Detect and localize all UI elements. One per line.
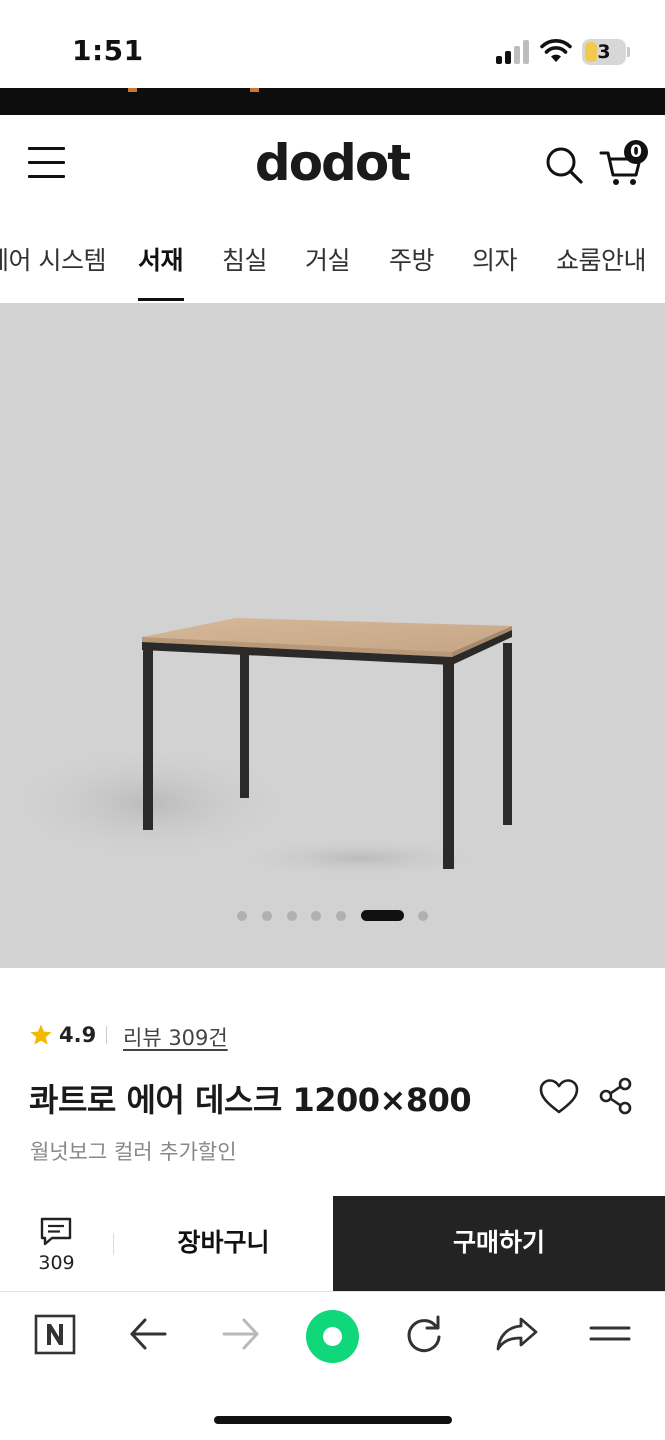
green-dot-center [323, 1327, 342, 1346]
wifi-icon [540, 39, 572, 62]
rating-divider [106, 1026, 107, 1044]
heart-icon[interactable] [539, 1078, 579, 1116]
nav-item-showroom[interactable]: 쇼룸안내 [556, 241, 647, 277]
carousel-dots [0, 908, 665, 924]
desk-product-image [0, 618, 512, 878]
green-dot-icon[interactable] [306, 1310, 359, 1363]
back-arrow-icon[interactable] [125, 1311, 171, 1357]
nav-item-bedroom[interactable]: 침실 [222, 241, 268, 277]
purchase-bar: 309 장바구니 구매하기 [0, 1196, 665, 1291]
menu-icon-bar [28, 161, 65, 164]
battery-percentage: 3 [597, 41, 611, 63]
carousel-dot-active[interactable] [361, 910, 404, 921]
hamburger-icon[interactable] [587, 1311, 633, 1357]
carousel-dot[interactable] [336, 911, 346, 921]
star-icon [30, 1024, 52, 1045]
share-arrow-icon[interactable] [494, 1311, 540, 1357]
forward-arrow-icon[interactable] [218, 1311, 264, 1357]
cart-count-badge: 0 [624, 140, 648, 164]
buy-now-button[interactable]: 구매하기 [333, 1196, 665, 1291]
site-header: dodot 0 [0, 115, 665, 215]
carousel-dot[interactable] [418, 911, 428, 921]
rating-value: 4.9 [59, 1023, 97, 1047]
add-to-cart-button[interactable]: 장바구니 [114, 1196, 333, 1291]
category-nav: 에어 시스템 서재 침실 거실 주방 의자 쇼룸안내 [0, 215, 665, 303]
battery-icon: 3 [582, 39, 630, 65]
share-icon[interactable] [598, 1077, 634, 1115]
menu-icon[interactable] [28, 145, 66, 179]
status-bar: 1:51 3 [0, 0, 665, 88]
browser-toolbar [0, 1291, 665, 1440]
naver-n-icon[interactable] [32, 1311, 78, 1357]
review-count: 309 [38, 1252, 75, 1274]
product-info: 4.9 리뷰 309건 콰트로 에어 데스크 1200×800 월넛보그 컬러 … [0, 968, 665, 1196]
product-subtitle: 월넛보그 컬러 추가할인 [30, 1140, 237, 1164]
nav-item-chair[interactable]: 의자 [472, 241, 518, 277]
product-image-carousel[interactable] [0, 303, 665, 968]
carousel-dot[interactable] [237, 911, 247, 921]
search-icon[interactable] [544, 145, 584, 185]
nav-item-air-system[interactable]: 에어 시스템 [0, 241, 106, 277]
active-tab-indicator [138, 298, 184, 301]
product-title: 콰트로 에어 데스크 1200×800 [29, 1081, 472, 1119]
promo-banner-strip[interactable] [0, 88, 665, 115]
menu-icon-bar [28, 175, 65, 178]
battery-tip [627, 47, 630, 57]
review-count-button[interactable]: 309 [0, 1196, 113, 1291]
carousel-dot[interactable] [311, 911, 321, 921]
review-link[interactable]: 리뷰 309건 [123, 1022, 228, 1052]
menu-icon-bar [28, 147, 65, 150]
promo-accent-mark [128, 88, 137, 92]
nav-item-study[interactable]: 서재 [138, 241, 184, 277]
nav-item-living-room[interactable]: 거실 [305, 241, 351, 277]
nav-item-kitchen[interactable]: 주방 [389, 241, 435, 277]
signal-icon [496, 40, 529, 64]
carousel-dot[interactable] [287, 911, 297, 921]
promo-accent-mark [250, 88, 259, 92]
status-time: 1:51 [72, 34, 144, 67]
reload-icon[interactable] [401, 1311, 447, 1357]
comment-icon [40, 1217, 72, 1246]
carousel-dot[interactable] [262, 911, 272, 921]
site-logo[interactable]: dodot [232, 133, 432, 193]
home-indicator [214, 1416, 452, 1424]
